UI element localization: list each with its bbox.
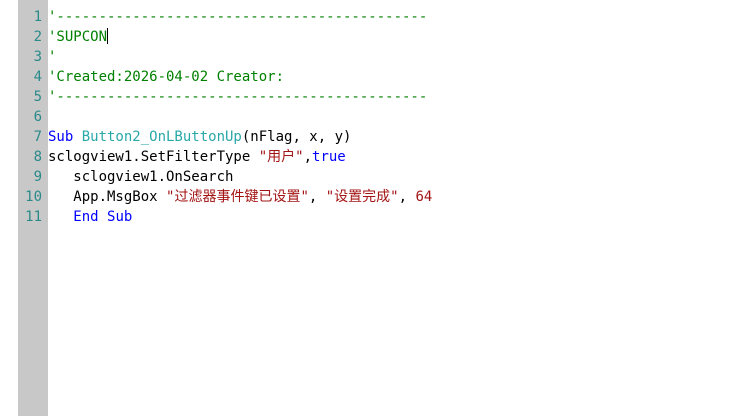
- line-number: 11: [25, 209, 42, 225]
- code-editor[interactable]: 1 2 3 4 5 6 7 8 9 10 11 '--------------------------…: [0, 0, 749, 416]
- line-number: 5: [33, 89, 42, 105]
- code-token-comment: '---------------------------------------…: [48, 89, 428, 105]
- code-line[interactable]: App.MsgBox "过滤器事件键已设置", "设置完成", 64: [48, 187, 432, 207]
- line-number: 3: [33, 49, 42, 65]
- code-text-area[interactable]: [48, 0, 749, 416]
- code-line[interactable]: sclogview1.SetFilterType "用户",true: [48, 147, 346, 167]
- code-token-comment: ': [48, 49, 57, 65]
- line-number: 4: [33, 69, 42, 85]
- line-number: 9: [33, 169, 42, 185]
- line-number: 6: [33, 109, 42, 125]
- code-token-func: Button2_OnLButtonUp: [81, 129, 242, 145]
- editor-left-margin: [0, 0, 18, 416]
- code-token-number: 64: [415, 189, 433, 205]
- code-line[interactable]: ': [48, 47, 56, 67]
- code-line[interactable]: 'SUPCON: [48, 27, 109, 47]
- code-token-comment: 'Created:2026-04-02 Creator:: [48, 69, 285, 85]
- code-token-plain: App.MsgBox: [48, 189, 167, 205]
- line-number: 1: [33, 9, 42, 25]
- line-number: 8: [33, 149, 42, 165]
- code-line[interactable]: sclogview1.OnSearch: [48, 167, 233, 187]
- code-token-plain: ,: [398, 189, 416, 205]
- code-token-string: "设置完成": [325, 189, 399, 205]
- code-line[interactable]: Sub Button2_OnLButtonUp(nFlag, x, y): [48, 127, 351, 147]
- code-line[interactable]: 'Created:2026-04-02 Creator:: [48, 67, 284, 87]
- line-number: 7: [33, 129, 42, 145]
- code-line[interactable]: End Sub: [48, 207, 132, 227]
- line-number: 10: [25, 189, 42, 205]
- code-token-keyword: End Sub: [73, 209, 133, 225]
- code-line[interactable]: '---------------------------------------…: [48, 87, 427, 107]
- code-token-plain: (nFlag, x, y): [241, 129, 352, 145]
- code-token-keyword: true: [312, 149, 346, 165]
- code-token-string: "过滤器事件键已设置": [166, 189, 309, 205]
- code-token-plain: ,: [303, 149, 313, 165]
- code-token-plain: sclogview1.OnSearch: [48, 169, 234, 185]
- line-number: 2: [33, 29, 42, 45]
- code-token-comment: '---------------------------------------…: [48, 9, 428, 25]
- code-token-comment: 'SUPCON: [48, 29, 108, 45]
- code-token-plain: ,: [308, 189, 326, 205]
- code-line[interactable]: '---------------------------------------…: [48, 7, 427, 27]
- code-token-keyword: Sub: [48, 129, 82, 145]
- code-token-string: "用户": [258, 149, 304, 165]
- code-token-plain: sclogview1.SetFilterType: [48, 149, 259, 165]
- text-caret: [107, 28, 109, 44]
